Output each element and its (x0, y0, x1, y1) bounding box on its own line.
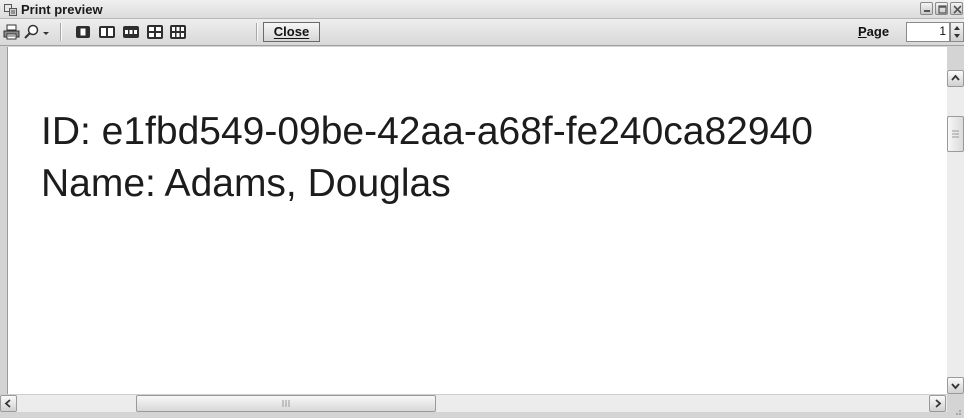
resize-grip-icon (956, 410, 961, 415)
toolbar: Close Page 1 (0, 19, 964, 46)
scroll-down-button[interactable] (947, 377, 964, 394)
toolbar-separator (256, 23, 258, 41)
close-window-icon (953, 5, 962, 14)
grip-lines-icon (282, 400, 290, 407)
four-pages-icon[interactable] (146, 24, 164, 40)
close-window-button[interactable] (950, 2, 963, 15)
vertical-scrollbar[interactable] (947, 70, 964, 394)
window-title: Print preview (21, 2, 103, 17)
dropdown-arrow-icon[interactable] (42, 24, 50, 40)
two-pages-icon[interactable] (98, 24, 116, 40)
window-bottom-edge (0, 412, 947, 418)
chevron-up-icon (951, 74, 960, 81)
preview-page: ID: e1fbd549-09be-42aa-a68f-fe240ca82940… (8, 47, 947, 394)
name-line: Name: Adams, Douglas (41, 162, 451, 205)
one-page-icon[interactable] (75, 24, 91, 40)
horizontal-scroll-thumb[interactable] (136, 395, 436, 412)
chevron-right-icon (935, 399, 942, 408)
close-button[interactable]: Close (263, 22, 320, 42)
six-pages-icon[interactable] (169, 24, 187, 40)
id-line: ID: e1fbd549-09be-42aa-a68f-fe240ca82940 (41, 110, 813, 153)
vertical-scroll-thumb[interactable] (947, 116, 964, 152)
page-spinner[interactable] (950, 22, 964, 42)
resize-grip[interactable] (947, 394, 964, 418)
chevron-down-icon (951, 383, 960, 390)
scroll-left-button[interactable] (0, 395, 17, 412)
print-icon[interactable] (3, 24, 21, 40)
three-pages-icon[interactable] (122, 24, 140, 40)
minimize-icon (924, 10, 930, 12)
scroll-right-button[interactable] (929, 395, 946, 412)
page-label: Page (858, 24, 890, 39)
toolbar-separator (60, 23, 62, 41)
page-number-input[interactable]: 1 (906, 22, 950, 42)
chevron-left-icon (4, 399, 11, 408)
scroll-up-button[interactable] (947, 70, 964, 87)
maximize-icon (938, 5, 947, 14)
grip-lines-icon (952, 130, 959, 138)
minimize-button[interactable] (920, 2, 933, 15)
spinner-arrows-icon (954, 26, 960, 38)
print-preview-app-icon (4, 3, 17, 16)
maximize-button[interactable] (935, 2, 948, 15)
preview-frame-edge (0, 47, 8, 394)
horizontal-scrollbar[interactable] (0, 394, 947, 412)
title-bar: Print preview (0, 0, 964, 19)
zoom-icon[interactable] (23, 24, 40, 40)
print-preview-window: Print preview Close Page 1 ID: e1fbd549-… (0, 0, 964, 418)
